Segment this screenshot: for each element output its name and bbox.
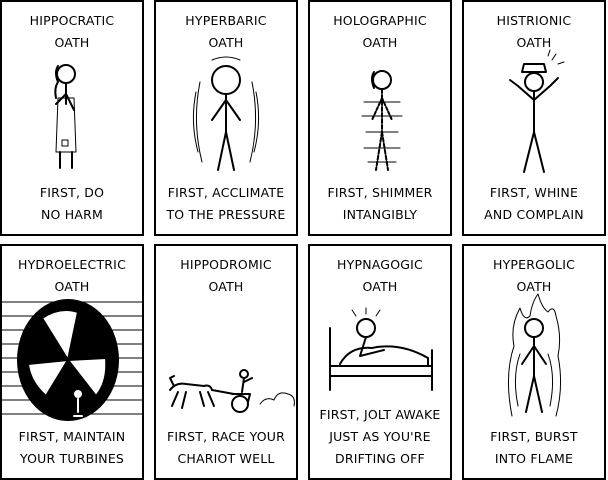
- title-line: OATH: [208, 279, 244, 294]
- caption-line: INTO FLAME: [494, 451, 574, 466]
- panel-title: HISTRIONIC OATH: [464, 10, 604, 54]
- panel-hypnagogic-oath: HYPNAGOGIC OATH FIRST, JOLT AWAKE JUST A…: [308, 244, 452, 480]
- title-line: HYPERBARIC: [185, 13, 267, 28]
- title-line: HYDROELECTRIC: [17, 257, 126, 272]
- panel-caption: FIRST, SHIMMER INTANGIBLY: [310, 182, 450, 226]
- panel-title: HYPERGOLIC OATH: [464, 254, 604, 298]
- panel-caption: FIRST, JOLT AWAKE JUST AS YOU'RE DRIFTIN…: [310, 404, 450, 470]
- caption-line: FIRST, MAINTAIN: [18, 429, 126, 444]
- title-line: HOLOGRAPHIC: [333, 13, 427, 28]
- title-line: HIPPODROMIC: [180, 257, 272, 272]
- panel-caption: FIRST, ACCLIMATE TO THE PRESSURE: [156, 182, 296, 226]
- panel-caption: FIRST, RACE YOUR CHARIOT WELL: [156, 426, 296, 470]
- caption-line: FIRST, RACE YOUR: [166, 429, 285, 444]
- caption-line: FIRST, JOLT AWAKE: [319, 407, 441, 422]
- panel-holographic-oath: HOLOGRAPHIC OATH FIRST, SHIMMER INTANGIB…: [308, 0, 452, 236]
- panel-hippodromic-oath: HIPPODROMIC OATH FIRST, RACE YOUR CHARIO…: [154, 244, 298, 480]
- panel-title: HYPNAGOGIC OATH: [310, 254, 450, 298]
- title-line: HYPNAGOGIC: [337, 257, 423, 272]
- caption-line: FIRST, SHIMMER: [327, 185, 433, 200]
- caption-line: AND COMPLAIN: [484, 207, 584, 222]
- title-line: HISTRIONIC: [496, 13, 572, 28]
- title-line: OATH: [54, 35, 90, 50]
- title-line: OATH: [516, 279, 552, 294]
- panel-title: HIPPODROMIC OATH: [156, 254, 296, 298]
- panel-hydroelectric-oath: HYDROELECTRIC OATH FIRST, MAINTAIN YOUR …: [0, 244, 144, 480]
- panel-hippocratic-oath: HIPPOCRATIC OATH FIRST, DO NO HARM: [0, 0, 144, 236]
- caption-line: FIRST, ACCLIMATE: [167, 185, 285, 200]
- panel-title: HYPERBARIC OATH: [156, 10, 296, 54]
- panel-caption: FIRST, MAINTAIN YOUR TURBINES: [2, 426, 142, 470]
- panel-caption: FIRST, WHINE AND COMPLAIN: [464, 182, 604, 226]
- caption-line: FIRST, DO: [39, 185, 105, 200]
- title-line: OATH: [516, 35, 552, 50]
- caption-line: YOUR TURBINES: [19, 451, 125, 466]
- title-line: OATH: [362, 279, 398, 294]
- title-line: OATH: [208, 35, 244, 50]
- panel-caption: FIRST, DO NO HARM: [2, 182, 142, 226]
- caption-line: FIRST, WHINE: [489, 185, 579, 200]
- panel-title: HYDROELECTRIC OATH: [2, 254, 142, 298]
- panel-title: HOLOGRAPHIC OATH: [310, 10, 450, 54]
- caption-line: CHARIOT WELL: [177, 451, 275, 466]
- panel-caption: FIRST, BURST INTO FLAME: [464, 426, 604, 470]
- caption-line: INTANGIBLY: [342, 207, 418, 222]
- panel-hyperbaric-oath: HYPERBARIC OATH FIRST, ACCLIMATE TO THE …: [154, 0, 298, 236]
- title-line: HYPERGOLIC: [492, 257, 576, 272]
- panel-hypergolic-oath: HYPERGOLIC OATH FIRST, BURST INTO FLAME: [462, 244, 606, 480]
- title-line: OATH: [362, 35, 398, 50]
- title-line: OATH: [54, 279, 90, 294]
- title-line: HIPPOCRATIC: [29, 13, 115, 28]
- caption-line: JUST AS YOU'RE: [329, 429, 431, 444]
- caption-line: NO HARM: [41, 207, 103, 222]
- caption-line: FIRST, BURST: [490, 429, 578, 444]
- caption-line: TO THE PRESSURE: [166, 207, 286, 222]
- panel-histrionic-oath: HISTRIONIC OATH FIRST, WHINE AND COMPLAI…: [462, 0, 606, 236]
- caption-line: DRIFTING OFF: [335, 451, 425, 466]
- panel-title: HIPPOCRATIC OATH: [2, 10, 142, 54]
